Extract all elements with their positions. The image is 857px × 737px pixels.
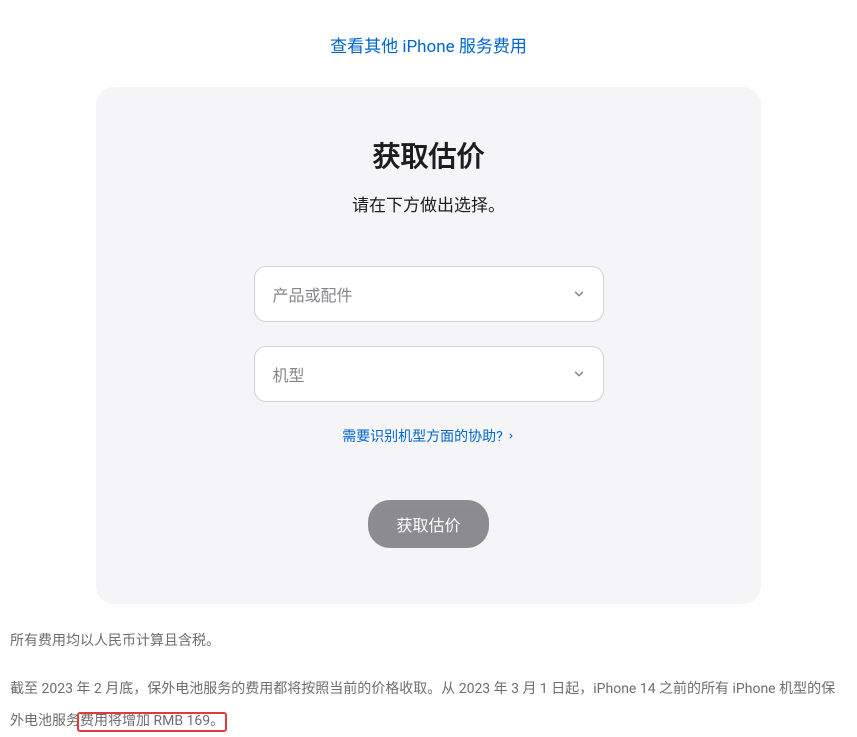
- model-select[interactable]: 机型: [254, 346, 604, 402]
- highlighted-text-wrap: 费用将增加 RMB 169。: [80, 713, 224, 729]
- chevron-right-icon: [507, 432, 515, 440]
- help-link-label: 需要识别机型方面的协助?: [342, 426, 503, 446]
- estimate-card: 获取估价 请在下方做出选择。 产品或配件 机型 需要识别机型方面的协助? 获取估…: [96, 87, 761, 604]
- footer-text: 所有费用均以人民币计算且含税。 截至 2023 年 2 月底，保外电池服务的费用…: [0, 604, 857, 737]
- other-services-link[interactable]: 查看其他 iPhone 服务费用: [330, 37, 527, 57]
- product-select[interactable]: 产品或配件: [254, 266, 604, 322]
- model-select-wrapper: 机型: [254, 346, 604, 402]
- footer-highlighted-text: 费用将增加 RMB 169。: [80, 713, 224, 729]
- identify-model-help-link[interactable]: 需要识别机型方面的协助?: [342, 426, 515, 446]
- get-estimate-button[interactable]: 获取估价: [368, 500, 488, 548]
- footer-line1: 所有费用均以人民币计算且含税。: [10, 628, 847, 655]
- card-subtitle: 请在下方做出选择。: [136, 191, 721, 216]
- product-select-wrapper: 产品或配件: [254, 266, 604, 322]
- card-title: 获取估价: [136, 135, 721, 175]
- footer-line2: 截至 2023 年 2 月底，保外电池服务的费用都将按照当前的价格收取。从 20…: [10, 673, 847, 737]
